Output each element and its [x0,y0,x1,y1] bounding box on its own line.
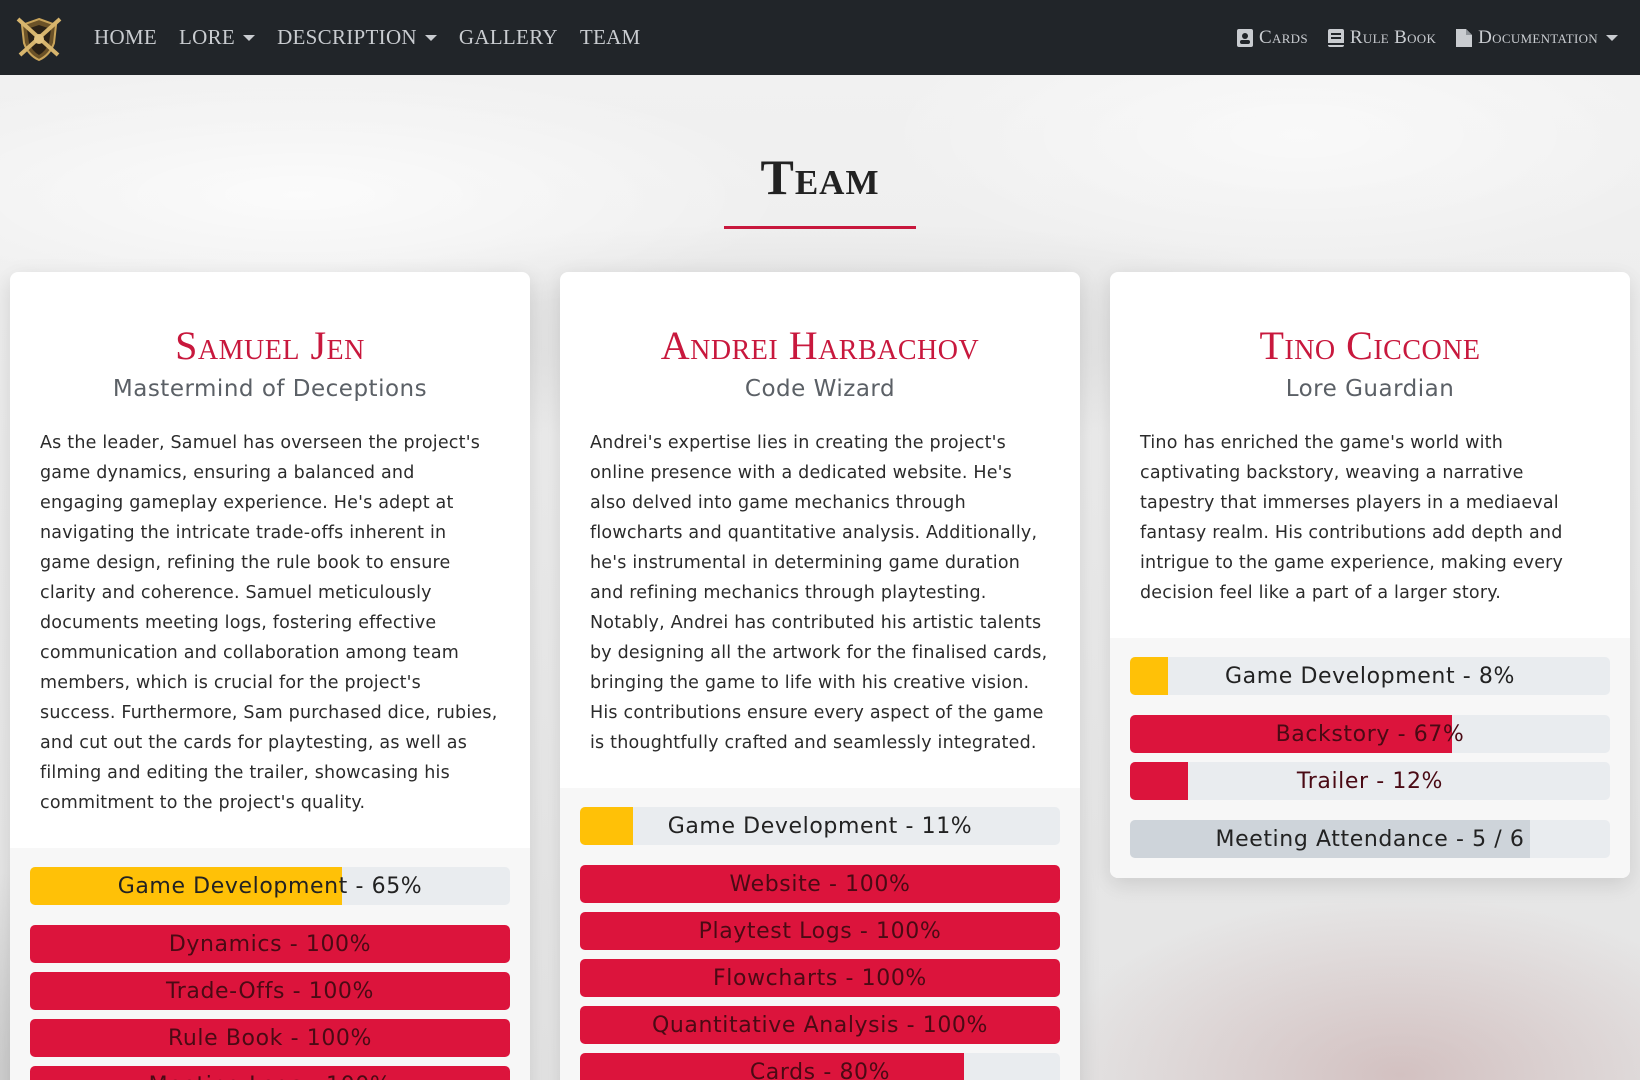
progress-label: Trailer - 12% [1296,768,1444,794]
member-role: Code Wizard [744,376,896,402]
progress-label: Meeting Logs - 100% [30,1066,510,1080]
progress-bar-meeting-attendance: Meeting Attendance - 5 / 6 [1130,820,1610,858]
progress-bar-game-development: Game Development - 65% [30,867,510,905]
nav-label: DESCRIPTION [277,25,417,49]
team-card-andrei: Andrei Harbachov Code Wizard Andrei's ex… [560,272,1080,1080]
nav-description[interactable]: DESCRIPTION [277,25,437,50]
progress-bar-meeting-logs: Meeting Logs - 100% [30,1066,510,1080]
nav-label: Rule Book [1349,26,1437,48]
progress-label: Game Development - 8% [1224,663,1516,689]
member-role: Lore Guardian [1285,376,1455,402]
nav-home[interactable]: HOME [94,25,157,50]
caret-down-icon [1606,34,1618,41]
progress-bar-game-development: Game Development - 11% [580,807,1060,845]
progress-bar-backstory: Backstory - 67% [1130,715,1610,753]
progress-label: Quantitative Analysis - 100% [651,1012,989,1038]
nav-label: GALLERY [458,25,558,49]
progress-bar-game-development: Game Development - 8% [1130,657,1610,695]
team-card-tino: Tino Ciccone Lore Guardian Tino has enri… [1110,272,1630,878]
caret-down-icon [243,34,256,41]
progress-label: Playtest Logs - 100% [698,918,942,944]
contribution-bars: Game Development - 11% Website - 100% Play… [560,788,1080,1080]
nav-lore[interactable]: LORE [179,25,256,50]
progress-label: Flowcharts - 100% [713,965,927,991]
caret-down-icon [424,34,437,41]
progress-label: Game Development - 65% [117,873,423,899]
member-description: As the leader, Samuel has overseen the p… [40,433,498,813]
nav-gallery[interactable]: GALLERY [459,25,558,50]
progress-label: Meeting Attendance - 5 / 6 [1215,826,1525,852]
progress-bar-cards: Cards - 80% [580,1053,1060,1080]
crossed-swords-shield-icon[interactable] [12,13,66,63]
member-role: Mastermind of Deceptions [112,376,428,402]
progress-bar-dynamics: Dynamics - 100% [30,925,510,963]
document-icon [1456,28,1473,48]
nav-rule-book[interactable]: Rule Book [1327,26,1437,49]
progress-label: Trade-Offs - 100% [165,978,375,1004]
progress-label: Backstory - 67% [1275,721,1465,747]
member-name: Samuel Jen [175,323,365,368]
progress-bar-quantitative-analysis: Quantitative Analysis - 100% [580,1006,1060,1044]
book-icon [1327,28,1344,48]
nav-label: Cards [1259,26,1308,48]
member-description: Andrei's expertise lies in creating the … [590,433,1048,753]
member-name: Tino Ciccone [1259,323,1481,368]
progress-bar-playtest-logs: Playtest Logs - 100% [580,912,1060,950]
member-description: Tino has enriched the game's world with … [1140,433,1564,603]
progress-label: Cards - 80% [749,1059,891,1080]
contribution-bars: Game Development - 65% Dynamics - 100% Tra… [10,848,530,1080]
progress-bar-website: Website - 100% [580,865,1060,903]
progress-label: Rule Book - 100% [167,1025,373,1051]
nav-label: TEAM [579,25,641,49]
contact-card-icon [1237,28,1254,48]
main-nav: HOME LORE DESCRIPTION GALLERY TEAM [94,25,641,50]
utility-nav: Cards Rule Book Documentation [1237,27,1628,49]
nav-cards[interactable]: Cards [1237,27,1308,49]
nav-team[interactable]: TEAM [580,25,641,50]
nav-label: LORE [179,25,236,49]
nav-documentation[interactable]: Documentation [1456,27,1618,49]
progress-label: Dynamics - 100% [168,931,372,957]
progress-bar-trailer: Trailer - 12% [1130,762,1610,800]
member-name: Andrei Harbachov [660,323,980,368]
nav-label: Documentation [1478,26,1598,48]
progress-bar-rule-book: Rule Book - 100% [30,1019,510,1057]
progress-label: Website - 100% [729,871,911,897]
title-underline [724,226,916,229]
progress-bar-flowcharts: Flowcharts - 100% [580,959,1060,997]
progress-bar-trade-offs: Trade-Offs - 100% [30,972,510,1010]
progress-label: Game Development - 11% [667,813,973,839]
nav-label: HOME [94,25,158,49]
team-card-samuel: Samuel Jen Mastermind of Deceptions As t… [10,272,530,1080]
navbar: HOME LORE DESCRIPTION GALLERY TEAM Cards Rule… [0,0,1640,75]
contribution-bars: Game Development - 8% Backstory - 67% Trai… [1110,638,1630,878]
page-title: Team [760,149,880,205]
